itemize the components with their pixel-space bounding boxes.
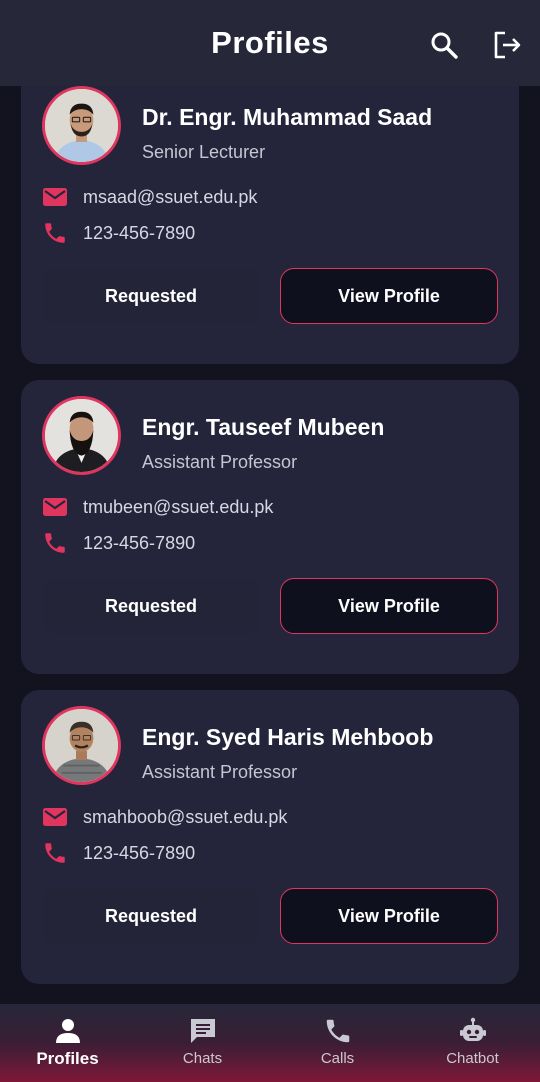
requested-button[interactable]: Requested [42, 578, 260, 634]
email-text: msaad@ssuet.edu.pk [83, 186, 258, 207]
avatar [42, 396, 121, 475]
nav-item-calls[interactable]: Calls [270, 1004, 405, 1082]
requested-button[interactable]: Requested [42, 268, 260, 324]
nav-item-chats[interactable]: Chats [135, 1004, 270, 1082]
profile-name: Engr. Tauseef Mubeen [142, 414, 385, 440]
phone-icon [45, 533, 65, 553]
avatar [42, 706, 121, 785]
nav-label: Chats [182, 1050, 223, 1067]
phone-icon [326, 1019, 349, 1043]
phone-text: 123-456-7890 [83, 842, 196, 863]
profile-role: Assistant Professor [142, 452, 298, 472]
email-row: msaad@ssuet.edu.pk [42, 184, 257, 210]
search-icon[interactable] [429, 30, 459, 60]
email-icon [43, 808, 67, 826]
person-icon [55, 1019, 80, 1043]
view-profile-button[interactable]: View Profile [280, 268, 498, 324]
email-row: tmubeen@ssuet.edu.pk [42, 494, 273, 520]
nav-label: Calls [320, 1050, 355, 1067]
email-text: tmubeen@ssuet.edu.pk [83, 496, 274, 517]
profile-role: Senior Lecturer [142, 142, 266, 162]
chat-icon [190, 1019, 215, 1043]
robot-icon [459, 1017, 486, 1041]
logout-icon[interactable] [492, 30, 522, 60]
profile-role: Assistant Professor [142, 762, 298, 782]
bottom-navigation: Profiles Chats Calls Chatbot [0, 1004, 540, 1082]
view-profile-button[interactable]: View Profile [280, 578, 498, 634]
view-profile-button[interactable]: View Profile [280, 888, 498, 944]
phone-icon [45, 843, 65, 863]
page-title: Profiles [211, 25, 329, 60]
app-bar: Profiles [0, 0, 540, 86]
requested-button[interactable]: Requested [42, 888, 260, 944]
profile-list[interactable]: Dr. Engr. Muhammad Saad Senior Lecturer … [0, 86, 540, 1004]
phone-text: 123-456-7890 [83, 532, 196, 553]
profile-name: Engr. Syed Haris Mehboob [142, 724, 434, 750]
phone-icon [45, 223, 65, 243]
profile-cards: Dr. Engr. Muhammad Saad Senior Lecturer … [21, 86, 519, 1000]
email-icon [43, 498, 67, 516]
profile-name: Dr. Engr. Muhammad Saad [142, 104, 433, 130]
email-icon [43, 188, 67, 206]
phone-row: 123-456-7890 [42, 530, 195, 556]
avatar [42, 86, 121, 165]
profile-card: Engr. Tauseef Mubeen Assistant Professor… [21, 380, 519, 674]
email-text: smahboob@ssuet.edu.pk [83, 806, 288, 827]
nav-label: Profiles [36, 1049, 99, 1068]
nav-label: Chatbot [446, 1050, 499, 1067]
email-row: smahboob@ssuet.edu.pk [42, 804, 287, 830]
phone-row: 123-456-7890 [42, 220, 195, 246]
phone-row: 123-456-7890 [42, 840, 195, 866]
nav-item-chatbot[interactable]: Chatbot [405, 1004, 540, 1082]
profile-card: Engr. Syed Haris Mehboob Assistant Profe… [21, 690, 519, 984]
nav-item-profiles[interactable]: Profiles [0, 1004, 135, 1082]
app-screen: Profiles Dr. Engr. Muhammad Saad Senior … [0, 0, 540, 1082]
profile-card: Dr. Engr. Muhammad Saad Senior Lecturer … [21, 86, 519, 364]
phone-text: 123-456-7890 [83, 222, 196, 243]
